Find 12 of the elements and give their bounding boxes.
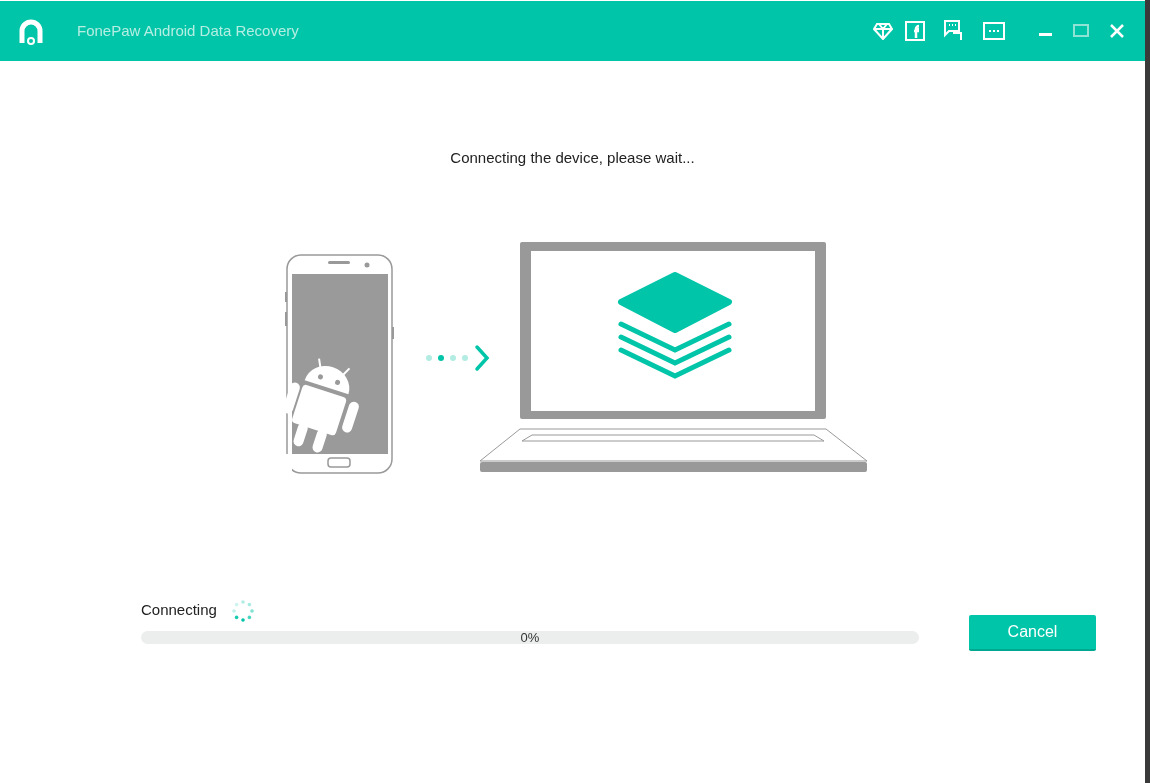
loading-spinner-icon — [230, 598, 255, 623]
facebook-icon[interactable] — [905, 21, 925, 41]
status-label: Connecting — [141, 600, 217, 621]
progress-percentage: 0% — [519, 630, 541, 644]
cancel-button[interactable]: Cancel — [969, 614, 1096, 651]
window-title: FonePaw Android Data Recovery — [77, 20, 299, 41]
diamond-icon[interactable] — [873, 22, 893, 40]
maximize-icon[interactable] — [1073, 24, 1089, 38]
more-icon[interactable] — [983, 22, 1005, 40]
chat-icon[interactable] — [943, 20, 965, 42]
close-icon[interactable] — [1109, 23, 1125, 39]
status-message: Connecting the device, please wait... — [450, 148, 695, 168]
